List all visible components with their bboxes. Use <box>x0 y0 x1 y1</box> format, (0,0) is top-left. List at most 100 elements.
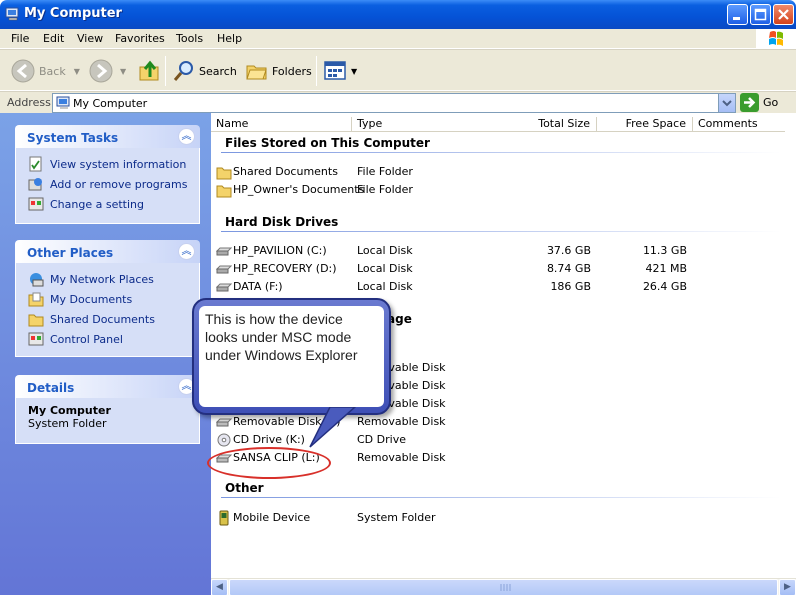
title-bar[interactable]: My Computer <box>0 0 796 29</box>
scroll-left-button[interactable]: ◀ <box>211 579 228 596</box>
address-value: My Computer <box>73 97 148 110</box>
list-item[interactable]: Mobile Device System Folder <box>211 509 785 527</box>
details-title: Details <box>27 381 75 395</box>
my-computer-icon <box>5 7 19 21</box>
list-item[interactable]: HP_PAVILION (C:) Local Disk 37.6 GB 11.3… <box>211 242 785 260</box>
search-icon <box>173 61 193 81</box>
scroll-thumb[interactable] <box>229 579 778 596</box>
task-pane: System Tasks ︽ View system information A… <box>0 113 211 595</box>
column-header-total-size[interactable]: Total Size <box>501 117 597 131</box>
group-header-other: Other <box>225 481 264 495</box>
minimize-icon <box>733 17 740 20</box>
scroll-right-button[interactable]: ▶ <box>779 579 796 596</box>
folders-icon <box>246 65 267 80</box>
folder-icon <box>216 167 232 180</box>
go-button[interactable]: Go <box>740 93 778 112</box>
removable-drive-icon <box>216 418 232 427</box>
close-button[interactable] <box>773 4 794 25</box>
view-system-info-link[interactable]: View system information <box>28 154 199 174</box>
list-item[interactable]: CD Drive (K:) CD Drive <box>211 431 785 449</box>
list-item[interactable]: HP_Owner's Documents File Folder <box>211 181 785 199</box>
system-info-icon <box>29 156 42 172</box>
other-places-title: Other Places <box>27 246 114 260</box>
list-item[interactable]: HP_RECOVERY (D:) Local Disk 8.74 GB 421 … <box>211 260 785 278</box>
column-headers: Name Type Total Size Free Space Comments <box>211 113 785 132</box>
horizontal-scrollbar[interactable]: ◀ ▶ <box>211 578 796 596</box>
system-tasks-title: System Tasks <box>27 131 119 145</box>
cd-drive-icon <box>217 433 231 447</box>
forward-arrow-icon <box>89 59 113 83</box>
windows-logo <box>756 29 796 49</box>
go-arrow-icon <box>740 93 759 112</box>
back-button[interactable]: Back ▼ <box>10 56 80 86</box>
menu-favorites[interactable]: Favorites <box>115 32 165 45</box>
menu-edit[interactable]: Edit <box>43 32 64 45</box>
mobile-device-icon <box>219 510 229 526</box>
control-panel-icon <box>28 197 44 211</box>
column-header-type[interactable]: Type <box>351 117 501 131</box>
menu-file[interactable]: File <box>11 32 29 45</box>
highlight-ellipse <box>207 447 331 479</box>
column-header-comments[interactable]: Comments <box>693 117 783 131</box>
menu-tools[interactable]: Tools <box>176 32 203 45</box>
add-remove-programs-link[interactable]: Add or remove programs <box>28 174 199 194</box>
shared-documents-link[interactable]: Shared Documents <box>28 309 199 329</box>
annotation-callout: This is how the device looks under MSC m… <box>192 298 391 415</box>
close-icon <box>778 9 789 20</box>
search-button[interactable]: Search <box>172 56 237 86</box>
back-arrow-icon <box>11 59 35 83</box>
address-bar: Address My Computer Go <box>0 91 796 113</box>
toolbar: Back ▼ ▼ Search Folders ▼ <box>0 49 796 91</box>
list-item[interactable]: Removable Disk (J:) Removable Disk <box>211 413 785 431</box>
chevron-down-icon <box>722 100 732 107</box>
other-places-header[interactable]: Other Places ︽ <box>15 240 200 263</box>
collapse-chevron-icon[interactable]: ︽ <box>178 128 195 145</box>
forward-dropdown-icon[interactable]: ▼ <box>120 67 126 76</box>
change-setting-link[interactable]: Change a setting <box>28 194 199 214</box>
forward-button[interactable]: ▼ <box>88 56 126 86</box>
group-header-files-stored: Files Stored on This Computer <box>225 136 430 150</box>
system-tasks-header[interactable]: System Tasks ︽ <box>15 125 200 148</box>
go-label: Go <box>763 96 779 109</box>
group-header-hard-disks: Hard Disk Drives <box>225 215 339 229</box>
menu-bar: File Edit View Favorites Tools Help <box>0 29 796 49</box>
my-documents-icon <box>28 292 44 307</box>
details-header[interactable]: Details ︽ <box>15 375 200 398</box>
hard-drive-icon <box>216 265 232 274</box>
folders-label: Folders <box>272 64 312 78</box>
details-kind: System Folder <box>28 417 107 430</box>
my-documents-link[interactable]: My Documents <box>28 289 199 309</box>
callout-pointer <box>309 407 357 448</box>
list-item[interactable]: DATA (F:) Local Disk 186 GB 26.4 GB <box>211 278 785 296</box>
up-folder-button[interactable] <box>138 56 162 86</box>
address-input[interactable]: My Computer <box>52 93 736 113</box>
grip-icon <box>500 584 511 591</box>
my-network-places-link[interactable]: My Network Places <box>28 269 199 289</box>
column-header-name[interactable]: Name <box>211 117 351 131</box>
views-dropdown-icon[interactable]: ▼ <box>351 67 357 76</box>
address-dropdown-button[interactable] <box>718 94 735 112</box>
address-label: Address <box>7 96 51 109</box>
back-dropdown-icon[interactable]: ▼ <box>74 67 80 76</box>
maximize-icon <box>754 8 767 21</box>
menu-help[interactable]: Help <box>217 32 242 45</box>
folders-button[interactable]: Folders <box>245 56 312 86</box>
details-panel: Details ︽ My Computer System Folder <box>15 375 200 444</box>
column-header-free-space[interactable]: Free Space <box>597 117 693 131</box>
network-places-icon <box>30 273 44 287</box>
control-panel-link[interactable]: Control Panel <box>28 329 199 349</box>
my-computer-icon <box>56 96 70 109</box>
control-panel-icon <box>28 332 44 346</box>
collapse-chevron-icon[interactable]: ︽ <box>178 243 195 260</box>
window-title: My Computer <box>24 6 122 21</box>
search-label: Search <box>199 64 237 78</box>
list-item[interactable]: Shared Documents File Folder <box>211 163 785 181</box>
add-remove-programs-icon <box>28 178 42 191</box>
shared-folder-icon <box>28 314 44 327</box>
menu-view[interactable]: View <box>77 32 103 45</box>
maximize-button[interactable] <box>750 4 771 25</box>
minimize-button[interactable] <box>727 4 748 25</box>
windows-flag-icon <box>769 31 783 46</box>
group-divider <box>221 231 781 232</box>
views-button[interactable]: ▼ <box>324 56 357 86</box>
